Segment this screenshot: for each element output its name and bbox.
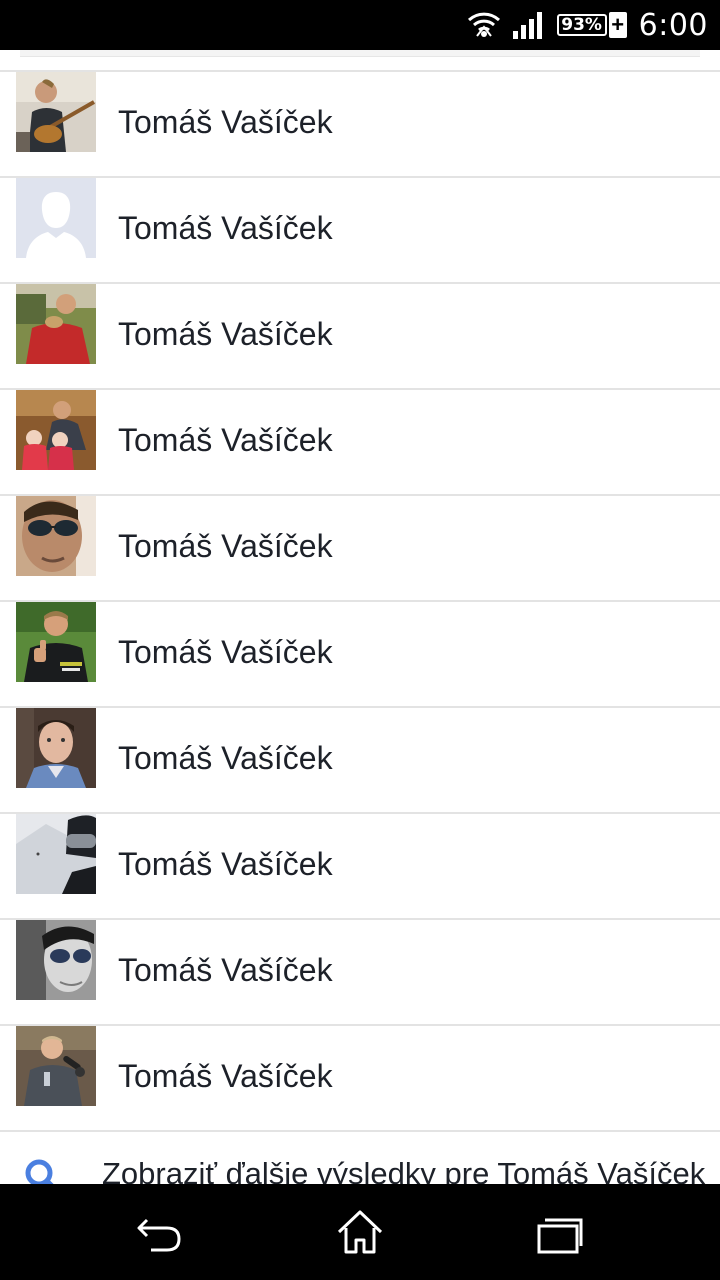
avatar[interactable] xyxy=(16,390,96,470)
clock: 6:00 xyxy=(638,7,708,43)
result-name[interactable]: Tomáš Vašíček xyxy=(118,176,333,280)
result-name[interactable]: Tomáš Vašíček xyxy=(118,812,333,916)
avatar[interactable] xyxy=(16,920,96,1000)
people-results-list: Tomáš Vašíček Tomáš Vašíček Tomáš Vašíče… xyxy=(0,72,720,1132)
signal-icon xyxy=(512,12,542,39)
navigation-bar xyxy=(0,1184,720,1280)
result-name[interactable]: Tomáš Vašíček xyxy=(118,282,333,386)
result-row[interactable]: Tomáš Vašíček xyxy=(0,284,720,390)
wifi-icon xyxy=(467,12,500,37)
avatar[interactable] xyxy=(16,72,96,152)
result-row[interactable]: Tomáš Vašíček xyxy=(0,602,720,708)
result-row[interactable]: Tomáš Vašíček xyxy=(0,72,720,178)
charging-indicator: + xyxy=(608,12,627,38)
avatar[interactable] xyxy=(16,178,96,258)
back-icon[interactable] xyxy=(135,1208,185,1258)
avatar[interactable] xyxy=(16,708,96,788)
search-results-page: Tomáš Vašíček Tomáš Vašíček Tomáš Vašíče… xyxy=(0,50,720,1184)
result-row[interactable]: Tomáš Vašíček xyxy=(0,920,720,1026)
result-row[interactable]: Tomáš Vašíček xyxy=(0,814,720,920)
avatar[interactable] xyxy=(16,602,96,682)
result-name[interactable]: Tomáš Vašíček xyxy=(118,918,333,1022)
avatar[interactable] xyxy=(16,814,96,894)
search-icon xyxy=(25,1159,54,1184)
avatar[interactable] xyxy=(16,1026,96,1106)
recent-apps-icon[interactable] xyxy=(535,1208,585,1258)
more-results-link[interactable]: Zobraziť ďalšie výsledky pre Tomáš Vašíč… xyxy=(0,1132,720,1184)
more-results-label[interactable]: Zobraziť ďalšie výsledky pre Tomáš Vašíč… xyxy=(102,1156,705,1184)
result-name[interactable]: Tomáš Vašíček xyxy=(118,494,333,598)
avatar[interactable] xyxy=(16,496,96,576)
avatar[interactable] xyxy=(16,284,96,364)
result-row[interactable]: Tomáš Vašíček xyxy=(0,708,720,814)
result-name[interactable]: Tomáš Vašíček xyxy=(118,706,333,810)
result-name[interactable]: Tomáš Vašíček xyxy=(118,1024,333,1128)
status-icons: 93% + 6:00 xyxy=(467,0,708,50)
result-row[interactable]: Tomáš Vašíček xyxy=(0,390,720,496)
result-name[interactable]: Tomáš Vašíček xyxy=(118,388,333,492)
home-icon[interactable] xyxy=(335,1208,385,1258)
result-name[interactable]: Tomáš Vašíček xyxy=(118,600,333,704)
result-row[interactable]: Tomáš Vašíček xyxy=(0,1026,720,1132)
battery-level: 93% xyxy=(556,14,607,36)
battery-icon: 93% + xyxy=(556,12,627,38)
status-bar: 93% + 6:00 xyxy=(0,0,720,50)
result-row[interactable]: Tomáš Vašíček xyxy=(0,496,720,602)
search-bar-edge xyxy=(20,50,700,57)
result-name[interactable]: Tomáš Vašíček xyxy=(118,70,333,174)
result-row[interactable]: Tomáš Vašíček xyxy=(0,178,720,284)
